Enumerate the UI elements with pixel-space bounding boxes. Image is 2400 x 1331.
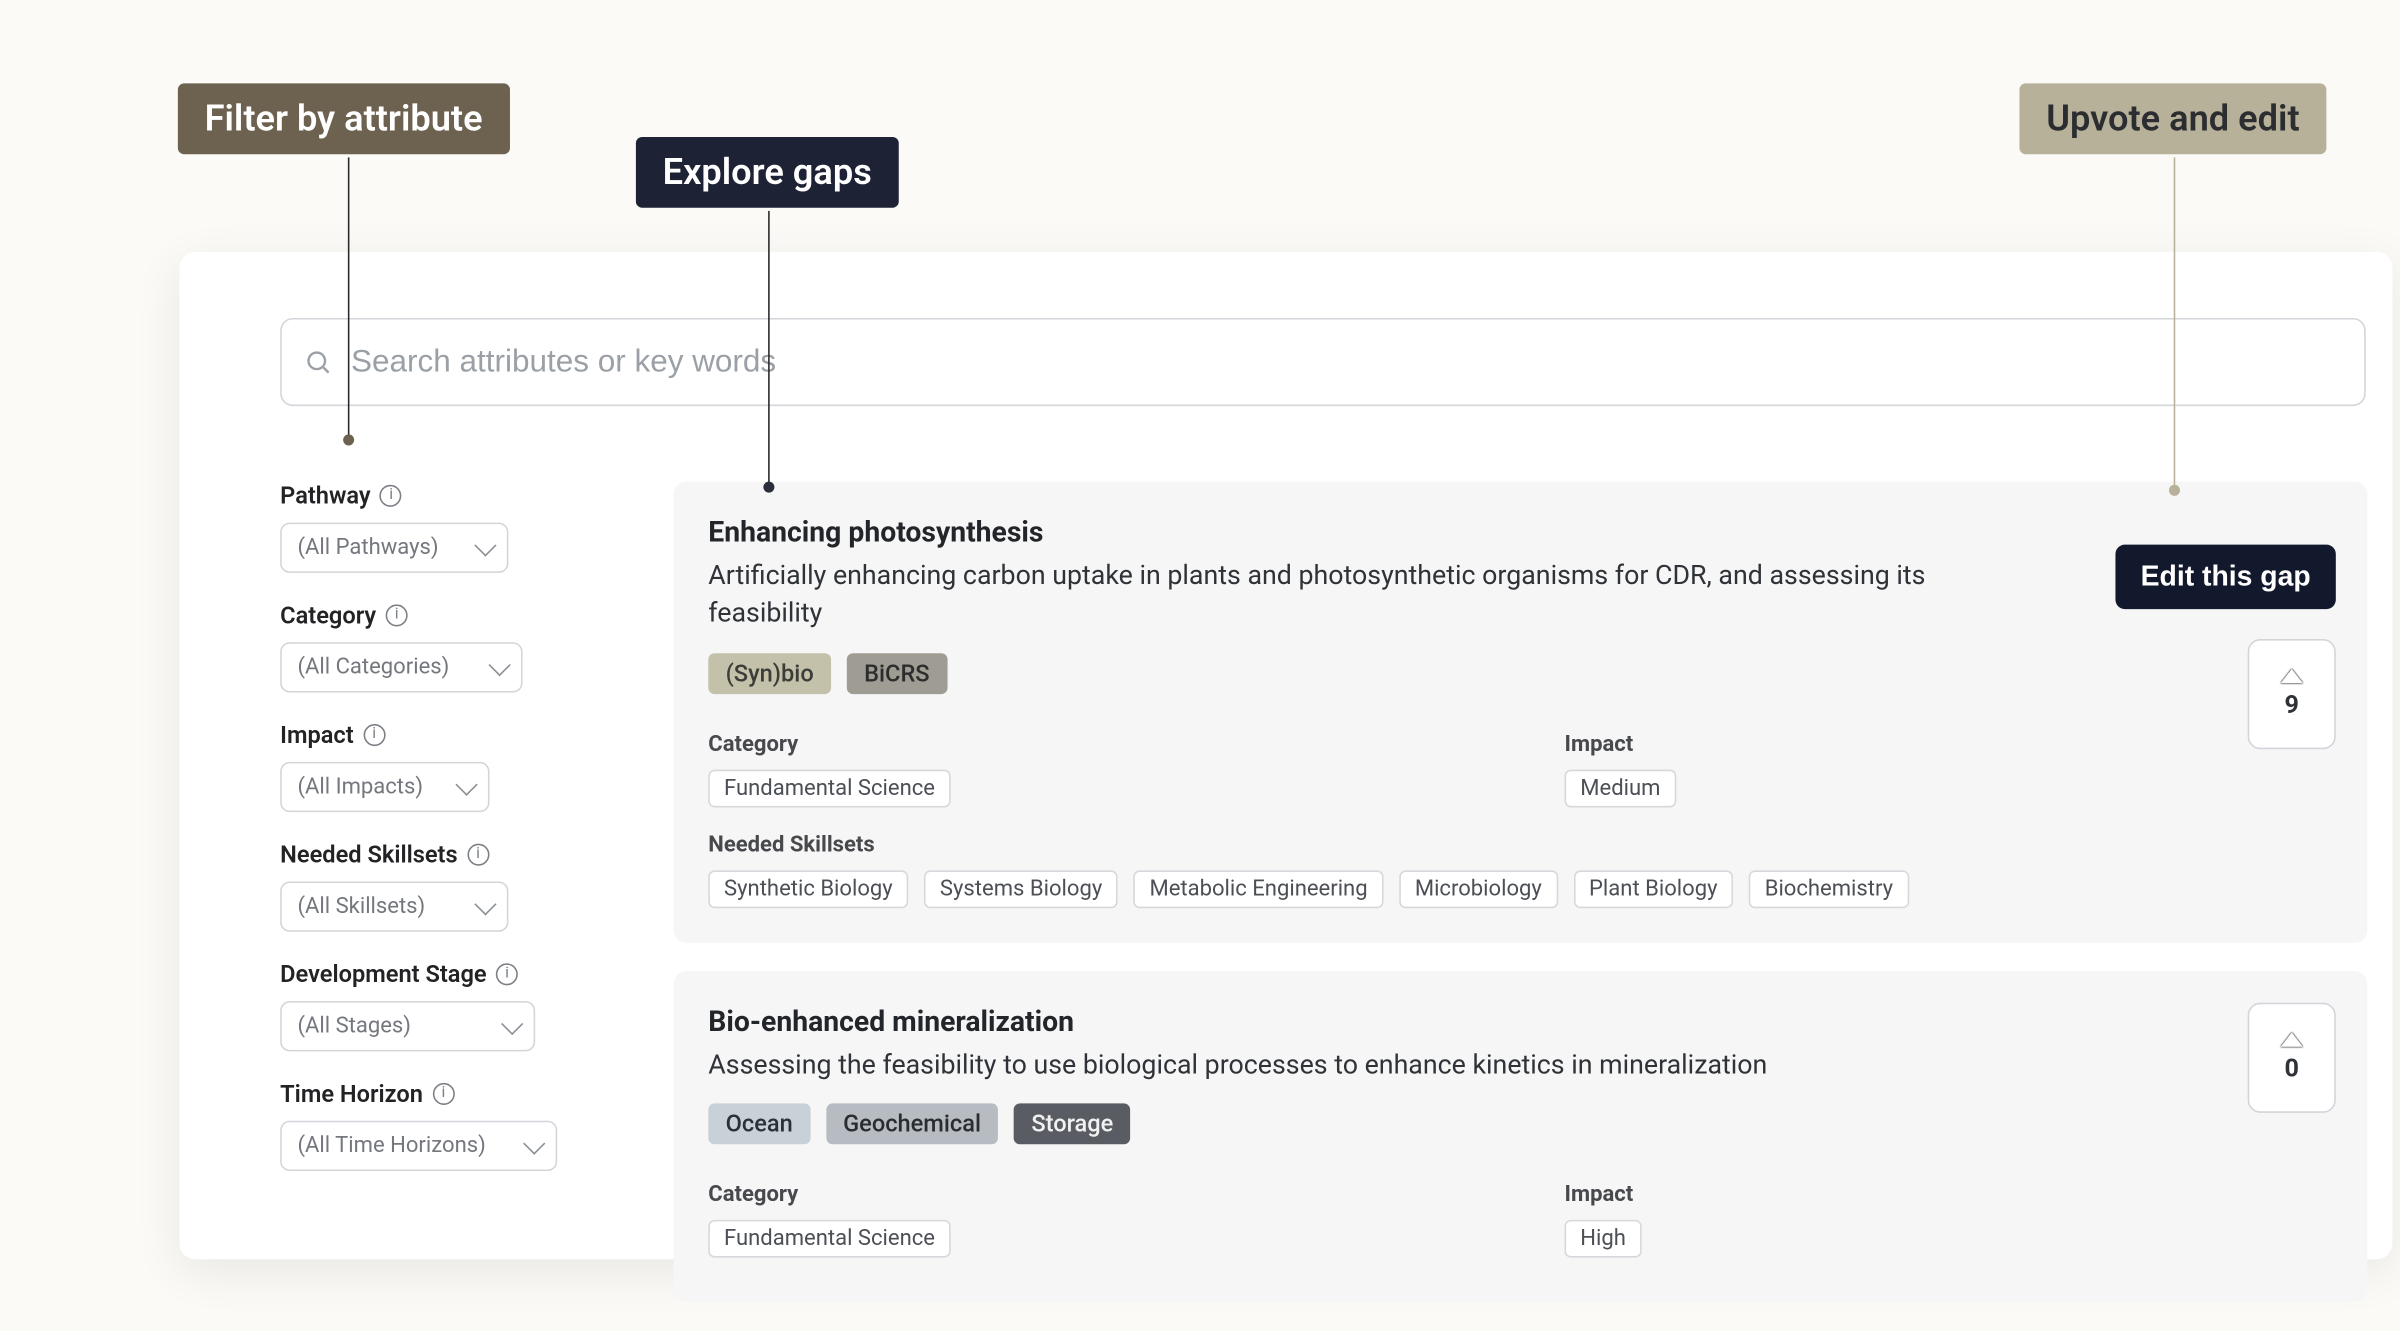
tag: Systems Biology <box>924 870 1118 908</box>
tag: Fundamental Science <box>708 769 950 807</box>
tag: Fundamental Science <box>708 1220 950 1258</box>
search-icon <box>304 348 332 376</box>
main-panel: Pathway i (All Pathways) Category i (All… <box>179 252 2392 1259</box>
meta-impact: Impact Medium <box>1565 731 2333 807</box>
tag: Plant Biology <box>1573 870 1733 908</box>
label-text: Development Stage <box>280 960 486 988</box>
meta-label: Category <box>708 731 1470 756</box>
filter-category: Category i (All Categories) <box>280 601 611 692</box>
pill: Ocean <box>708 1104 810 1145</box>
meta-impact: Impact High <box>1565 1183 2333 1259</box>
filter-impact: Impact i (All Impacts) <box>280 721 611 812</box>
upvote-button[interactable]: 9 <box>2248 639 2336 749</box>
filter-pathway: Pathway i (All Pathways) <box>280 482 611 573</box>
search-wrap <box>280 318 2366 406</box>
filter-label: Category i <box>280 601 611 629</box>
filter-label: Development Stage i <box>280 960 611 988</box>
pathway-pills: (Syn)bio BiCRS <box>708 653 2332 694</box>
filter-stage: Development Stage i (All Stages) <box>280 960 611 1051</box>
filter-skillsets: Needed Skillsets i (All Skillsets) <box>280 841 611 932</box>
annotation-explore: Explore gaps <box>636 137 899 208</box>
chevron-down-icon <box>455 774 477 796</box>
label-text: Impact <box>280 721 354 749</box>
info-icon[interactable]: i <box>467 844 489 866</box>
tag: Metabolic Engineering <box>1134 870 1384 908</box>
card-desc: Assessing the feasibility to use biologi… <box>708 1048 2014 1085</box>
info-icon[interactable]: i <box>432 1083 454 1105</box>
info-icon[interactable]: i <box>386 604 408 626</box>
filter-horizon: Time Horizon i (All Time Horizons) <box>280 1080 611 1171</box>
label-text: Needed Skillsets <box>280 841 457 869</box>
filter-label: Needed Skillsets i <box>280 841 611 869</box>
card-title: Bio-enhanced mineralization <box>708 1005 2332 1038</box>
label-text: Category <box>280 601 376 629</box>
gap-card[interactable]: Enhancing photosynthesis Artificially en… <box>674 482 2368 943</box>
chevron-down-icon <box>501 1013 523 1035</box>
pathway-select[interactable]: (All Pathways) <box>280 523 508 573</box>
skillsets-select[interactable]: (All Skillsets) <box>280 881 508 931</box>
select-value: (All Categories) <box>297 655 449 680</box>
meta-label: Needed Skillsets <box>708 832 2332 857</box>
meta-label: Category <box>708 1183 1470 1208</box>
gap-card[interactable]: Bio-enhanced mineralization Assessing th… <box>674 971 2368 1303</box>
filter-sidebar: Pathway i (All Pathways) Category i (All… <box>280 482 611 1331</box>
filter-label: Impact i <box>280 721 611 749</box>
label-text: Time Horizon <box>280 1080 423 1108</box>
tag: High <box>1565 1220 1642 1258</box>
select-value: (All Pathways) <box>297 535 438 560</box>
impact-select[interactable]: (All Impacts) <box>280 762 489 812</box>
tag: Medium <box>1565 769 1677 807</box>
upvote-count: 9 <box>2285 689 2299 719</box>
horizon-select[interactable]: (All Time Horizons) <box>280 1121 557 1171</box>
select-value: (All Skillsets) <box>297 894 425 919</box>
meta-category: Category Fundamental Science <box>708 1183 1470 1259</box>
pill: Geochemical <box>826 1104 999 1145</box>
info-icon[interactable]: i <box>363 724 385 746</box>
upvote-count: 0 <box>2285 1052 2299 1082</box>
meta-skillsets: Needed Skillsets Synthetic Biology Syste… <box>708 832 2332 908</box>
pill: (Syn)bio <box>708 653 831 694</box>
select-value: (All Time Horizons) <box>297 1133 485 1158</box>
stage-select[interactable]: (All Stages) <box>280 1001 535 1051</box>
info-icon[interactable]: i <box>496 963 518 985</box>
info-icon[interactable]: i <box>380 485 402 507</box>
pill: BiCRS <box>847 653 947 694</box>
meta-label: Impact <box>1565 1183 2333 1208</box>
filter-label: Pathway i <box>280 482 611 510</box>
card-title: Enhancing photosynthesis <box>708 516 2332 549</box>
pathway-pills: Ocean Geochemical Storage <box>708 1104 2332 1145</box>
label-text: Pathway <box>280 482 370 510</box>
annotation-upvote-edit: Upvote and edit <box>2019 83 2326 154</box>
select-value: (All Impacts) <box>297 774 423 799</box>
pill: Storage <box>1014 1104 1131 1145</box>
chevron-down-icon <box>474 534 496 556</box>
chevron-down-icon <box>474 893 496 915</box>
upvote-icon <box>2281 669 2303 683</box>
filter-label: Time Horizon i <box>280 1080 611 1108</box>
meta-label: Impact <box>1565 731 2333 756</box>
search-input[interactable] <box>280 318 2366 406</box>
annotation-filter: Filter by attribute <box>178 83 509 154</box>
chevron-down-icon <box>488 654 510 676</box>
card-desc: Artificially enhancing carbon uptake in … <box>708 559 2014 634</box>
edit-gap-button[interactable]: Edit this gap <box>2115 545 2335 610</box>
upvote-button[interactable]: 0 <box>2248 1002 2336 1112</box>
tag: Biochemistry <box>1749 870 1909 908</box>
chevron-down-icon <box>523 1133 545 1155</box>
meta-category: Category Fundamental Science <box>708 731 1470 807</box>
select-value: (All Stages) <box>297 1014 411 1039</box>
tag: Synthetic Biology <box>708 870 908 908</box>
cards-list: Enhancing photosynthesis Artificially en… <box>674 482 2368 1331</box>
upvote-icon <box>2281 1032 2303 1046</box>
category-select[interactable]: (All Categories) <box>280 642 522 692</box>
tag: Microbiology <box>1399 870 1557 908</box>
